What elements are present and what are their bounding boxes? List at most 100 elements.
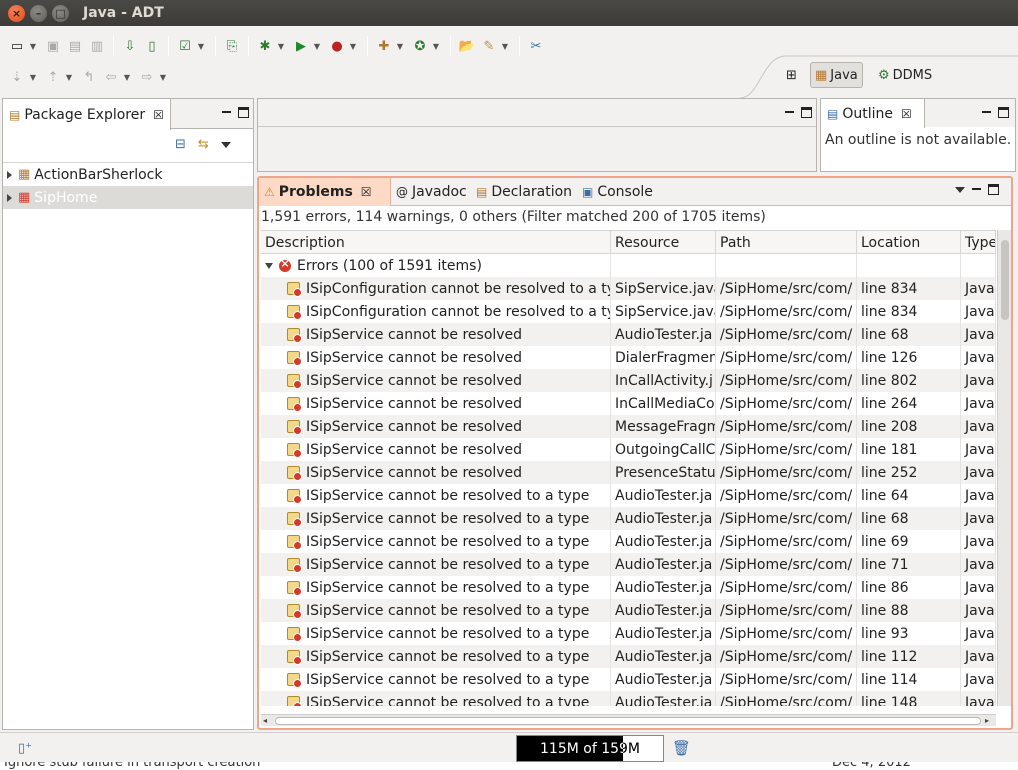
minimize-icon[interactable] (981, 107, 992, 118)
table-row[interactable]: ISipService cannot be resolved to a type… (261, 576, 996, 599)
run-icon[interactable]: ▶ (292, 37, 310, 55)
debug-icon[interactable]: ✱ (256, 37, 274, 55)
table-row[interactable]: ISipService cannot be resolved to a type… (261, 599, 996, 622)
expand-icon[interactable] (265, 262, 273, 269)
minimize-icon[interactable] (971, 184, 982, 195)
new-wizard-icon[interactable]: ▭ (8, 37, 26, 55)
trash-icon[interactable]: 🗑 (672, 739, 691, 757)
table-row[interactable]: ISipService cannot be resolved to a type… (261, 553, 996, 576)
expand-icon[interactable] (7, 193, 12, 202)
problem-resource: DialerFragmen (611, 346, 716, 369)
prev-annotation-icon[interactable]: ⇡ (44, 68, 62, 86)
errors-group-row[interactable]: Errors (100 of 1591 items) (261, 254, 996, 277)
table-row[interactable]: ISipService cannot be resolved to a type… (261, 645, 996, 668)
minimize-icon[interactable] (784, 107, 795, 118)
column-header-location[interactable]: Location (857, 231, 961, 255)
scroll-right-icon[interactable]: ▸ (985, 715, 989, 727)
view-menu-icon[interactable] (220, 141, 231, 148)
column-header-description[interactable]: Description (261, 231, 611, 255)
table-row[interactable]: ISipService cannot be resolved to a type… (261, 530, 996, 553)
tab-console[interactable]: ▣ Console (577, 178, 661, 206)
chevron-down-icon[interactable]: ▼ (28, 73, 38, 82)
chevron-down-icon[interactable]: ▼ (500, 42, 510, 51)
forward-icon[interactable]: ⇨ (138, 68, 156, 86)
table-row[interactable]: ISipService cannot be resolved InCallActi… (261, 369, 996, 392)
chevron-down-icon[interactable]: ▼ (395, 42, 405, 51)
table-row[interactable]: ISipService cannot be resolved AudioTeste… (261, 323, 996, 346)
view-menu-icon[interactable] (955, 186, 965, 193)
problem-path: /SipHome/src/com/ (716, 415, 857, 438)
window-close-button[interactable]: × (8, 4, 25, 22)
lint-check-icon[interactable]: ☑ (176, 37, 194, 55)
new-android-project-icon[interactable]: ⎘ (223, 37, 241, 55)
chevron-down-icon[interactable]: ▼ (431, 42, 441, 51)
chevron-down-icon[interactable]: ▼ (276, 42, 286, 51)
table-row[interactable]: ISipService cannot be resolved to a type… (261, 484, 996, 507)
chevron-down-icon[interactable]: ▼ (122, 73, 132, 82)
chevron-down-icon[interactable]: ▼ (64, 73, 74, 82)
run-external-icon[interactable]: ● (328, 37, 346, 55)
back-icon[interactable]: ⇦ (102, 68, 120, 86)
chevron-down-icon[interactable]: ▼ (348, 42, 358, 51)
table-row[interactable]: ISipService cannot be resolved MessageFra… (261, 415, 996, 438)
column-header-path[interactable]: Path (716, 231, 857, 255)
last-edit-icon[interactable]: ↰ (80, 68, 98, 86)
table-row[interactable]: ISipService cannot be resolved InCallMedi… (261, 392, 996, 415)
link-with-editor-icon[interactable]: ⇆ (198, 137, 209, 152)
scroll-left-icon[interactable]: ◂ (263, 715, 267, 727)
table-row[interactable]: ISipService cannot be resolved PresenceSt… (261, 461, 996, 484)
java-perspective-button[interactable]: ▦ Java (810, 62, 863, 88)
chevron-down-icon[interactable]: ▼ (28, 42, 38, 51)
maximize-icon[interactable] (998, 107, 1009, 118)
chevron-down-icon[interactable]: ▼ (312, 42, 322, 51)
tab-problems[interactable]: ⚠ Problems ☒ (259, 178, 391, 206)
table-row[interactable]: ISipConfiguration cannot be resolved to … (261, 277, 996, 300)
search-icon[interactable]: ✎ (480, 37, 498, 55)
vertical-scroll-thumb[interactable] (1001, 240, 1009, 320)
next-annotation-icon[interactable]: ⇣ (8, 68, 26, 86)
table-row[interactable]: ISipConfiguration cannot be resolved to … (261, 300, 996, 323)
expand-icon[interactable] (7, 170, 12, 179)
close-icon[interactable]: ☒ (361, 185, 372, 199)
print-icon[interactable]: ▥ (88, 37, 106, 55)
tab-package-explorer[interactable]: ▤ Package Explorer ☒ (3, 99, 171, 130)
tab-outline[interactable]: ▤ Outline ☒ (821, 99, 925, 128)
save-all-icon[interactable]: ▤ (66, 37, 84, 55)
table-row[interactable]: ISipService cannot be resolved to a type… (261, 691, 996, 706)
minimize-icon[interactable] (221, 107, 232, 118)
horizontal-scroll-thumb[interactable] (275, 717, 981, 725)
tab-javadoc[interactable]: @ Javadoc (391, 178, 471, 206)
table-row[interactable]: ISipService cannot be resolved to a type… (261, 622, 996, 645)
collapse-all-icon[interactable]: ⊟ (175, 137, 186, 152)
tab-declaration[interactable]: ▤ Declaration (471, 178, 577, 206)
table-row[interactable]: ISipService cannot be resolved OutgoingCa… (261, 438, 996, 461)
avd-manager-icon[interactable]: ▯ (143, 37, 161, 55)
maximize-icon[interactable] (801, 107, 812, 118)
fast-view-icon[interactable]: ▯⁺ (18, 741, 32, 756)
ddms-perspective-button[interactable]: ⚙ DDMS (874, 62, 936, 88)
window-maximize-button[interactable]: □ (52, 4, 69, 22)
open-perspective-button[interactable]: ⊞ (782, 62, 804, 88)
column-header-resource[interactable]: Resource (611, 231, 716, 255)
chevron-down-icon[interactable]: ▼ (158, 73, 168, 82)
horizontal-scrollbar[interactable]: ◂ ▸ (261, 714, 996, 726)
pin-icon[interactable]: ✂ (527, 37, 545, 55)
tree-item-actionbarsherlock[interactable]: ▦ ActionBarSherlock (3, 163, 253, 186)
tree-item-siphome[interactable]: ▦ SipHome (3, 186, 253, 209)
table-row[interactable]: ISipService cannot be resolved to a type… (261, 668, 996, 691)
sdk-manager-icon[interactable]: ⇩ (121, 37, 139, 55)
chevron-down-icon[interactable]: ▼ (196, 42, 206, 51)
maximize-icon[interactable] (988, 184, 999, 195)
new-package-icon[interactable]: ✪ (411, 37, 429, 55)
new-java-class-icon[interactable]: ✚ (375, 37, 393, 55)
table-row[interactable]: ISipService cannot be resolved DialerFrag… (261, 346, 996, 369)
vertical-scrollbar[interactable] (997, 230, 1011, 706)
window-minimize-button[interactable]: – (30, 4, 47, 22)
save-icon[interactable]: ▣ (44, 37, 62, 55)
column-header-type[interactable]: Type (961, 231, 996, 255)
close-icon[interactable]: ☒ (901, 107, 912, 121)
table-row[interactable]: ISipService cannot be resolved to a type… (261, 507, 996, 530)
open-type-icon[interactable]: 📂 (458, 37, 476, 55)
maximize-icon[interactable] (238, 107, 249, 118)
close-icon[interactable]: ☒ (153, 108, 164, 122)
